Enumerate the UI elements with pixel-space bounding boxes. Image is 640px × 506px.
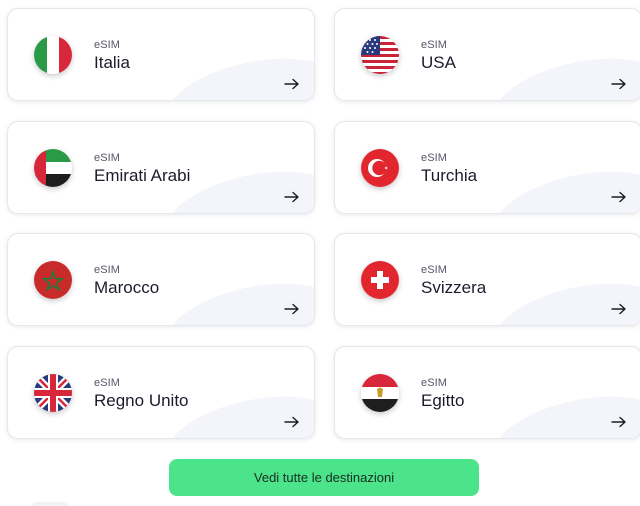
esim-label: eSIM bbox=[94, 377, 121, 389]
esim-label: eSIM bbox=[94, 39, 121, 51]
morocco-flag-icon bbox=[34, 261, 72, 299]
destination-card-marocco[interactable]: eSIM Marocco bbox=[7, 233, 315, 326]
destination-card-italia[interactable]: eSIM Italia bbox=[7, 8, 315, 101]
country-name: Italia bbox=[94, 53, 130, 72]
esim-label: eSIM bbox=[421, 377, 448, 389]
country-name: Egitto bbox=[421, 391, 465, 410]
country-name: Regno Unito bbox=[94, 391, 189, 410]
arrow-right-icon bbox=[611, 78, 627, 90]
destination-card-regno-unito[interactable]: eSIM Regno Unito bbox=[7, 346, 315, 439]
italy-flag-icon bbox=[34, 36, 72, 74]
view-all-destinations-button[interactable]: Vedi tutte le destinazioni bbox=[169, 459, 479, 496]
arrow-right-icon bbox=[284, 303, 300, 315]
country-name: Svizzera bbox=[421, 278, 487, 297]
esim-label: eSIM bbox=[94, 152, 121, 164]
uk-flag-icon bbox=[34, 374, 72, 412]
destination-card-svizzera[interactable]: eSIM Svizzera bbox=[334, 233, 640, 326]
destination-card-egitto[interactable]: eSIM Egitto bbox=[334, 346, 640, 439]
destination-card-emirati-arabi[interactable]: eSIM Emirati Arabi bbox=[7, 121, 315, 214]
destination-grid: eSIM Italia eSIM USA eSIM Emirati Arabi bbox=[0, 0, 640, 450]
arrow-right-icon bbox=[284, 78, 300, 90]
turkey-flag-icon bbox=[361, 149, 399, 187]
country-name: USA bbox=[421, 53, 456, 72]
country-name: Emirati Arabi bbox=[94, 166, 191, 185]
usa-flag-icon bbox=[361, 36, 399, 74]
esim-label: eSIM bbox=[94, 264, 121, 276]
arrow-right-icon bbox=[611, 191, 627, 203]
arrow-right-icon bbox=[611, 416, 627, 428]
country-name: Marocco bbox=[94, 278, 160, 297]
switzerland-flag-icon bbox=[361, 261, 399, 299]
partial-card-edge bbox=[30, 502, 70, 506]
country-name: Turchia bbox=[421, 166, 478, 185]
uae-flag-icon bbox=[34, 149, 72, 187]
arrow-right-icon bbox=[284, 416, 300, 428]
egypt-flag-icon bbox=[361, 374, 399, 412]
arrow-right-icon bbox=[284, 191, 300, 203]
destination-card-usa[interactable]: eSIM USA bbox=[334, 8, 640, 101]
esim-label: eSIM bbox=[421, 152, 448, 164]
esim-label: eSIM bbox=[421, 39, 448, 51]
arrow-right-icon bbox=[611, 303, 627, 315]
esim-label: eSIM bbox=[421, 264, 448, 276]
destination-card-turchia[interactable]: eSIM Turchia bbox=[334, 121, 640, 214]
